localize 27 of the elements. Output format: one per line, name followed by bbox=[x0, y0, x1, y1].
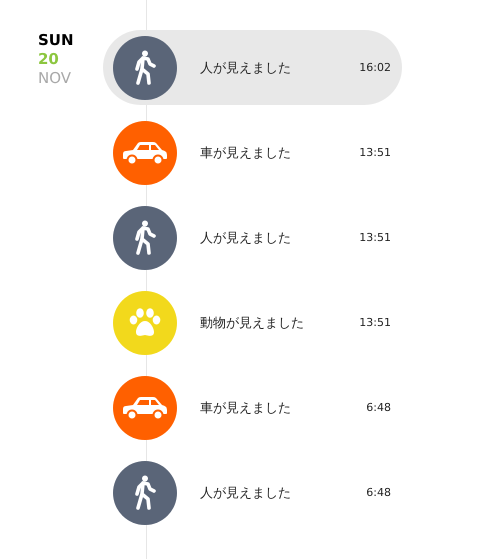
car-icon bbox=[122, 140, 168, 164]
walking-person-icon bbox=[134, 220, 156, 256]
event-label: 車が見えました bbox=[200, 400, 292, 416]
event-label: 動物が見えました bbox=[200, 314, 305, 332]
event-time: 6:48 bbox=[366, 401, 391, 414]
event-label: 人が見えました bbox=[200, 230, 292, 246]
walking-person-icon bbox=[134, 474, 156, 510]
walking-person-icon bbox=[134, 50, 156, 86]
event-row[interactable]: 人が見えました 13:51 bbox=[103, 200, 402, 275]
event-label: 人が見えました bbox=[200, 484, 292, 502]
event-row[interactable]: 車が見えました 13:51 bbox=[103, 115, 402, 190]
event-row[interactable]: 人が見えました 16:02 bbox=[103, 30, 402, 105]
event-time: 6:48 bbox=[366, 486, 391, 499]
event-time: 13:51 bbox=[359, 316, 391, 329]
event-time: 13:51 bbox=[359, 231, 391, 244]
day-number: 20 bbox=[38, 50, 59, 69]
event-time: 16:02 bbox=[359, 61, 391, 74]
month-label: NOV bbox=[38, 69, 72, 88]
event-label: 人が見えました bbox=[200, 60, 292, 76]
car-icon bbox=[122, 396, 168, 420]
paw-print-icon bbox=[129, 308, 161, 338]
event-row[interactable]: 動物が見えました 13:51 bbox=[103, 285, 402, 360]
event-row[interactable]: 車が見えました 6:48 bbox=[103, 370, 402, 445]
event-row[interactable]: 人が見えました 6:48 bbox=[103, 455, 402, 530]
weekday-label: SUN bbox=[38, 31, 74, 50]
event-label: 車が見えました bbox=[200, 144, 292, 162]
event-time: 13:51 bbox=[359, 146, 391, 159]
